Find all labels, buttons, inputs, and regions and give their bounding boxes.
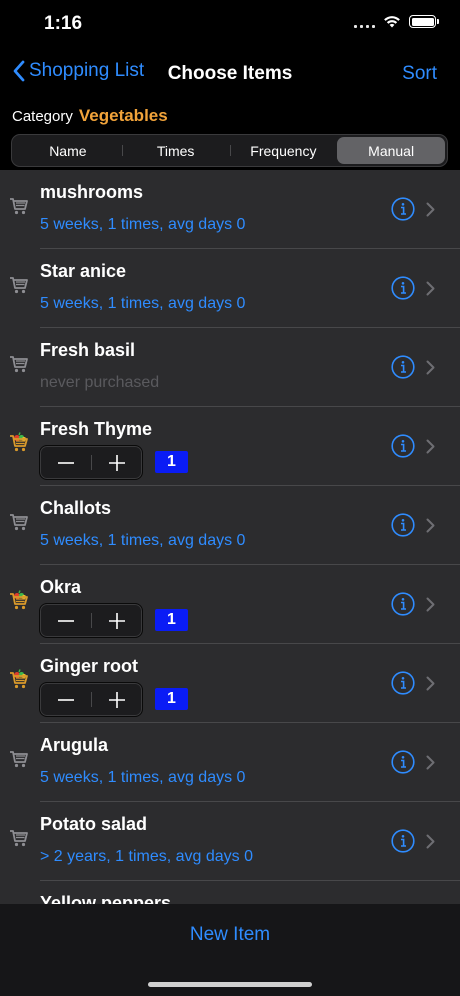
- decrement-button[interactable]: [40, 604, 91, 637]
- info-icon[interactable]: [391, 197, 415, 221]
- item-name: Okra: [40, 577, 82, 597]
- sort-mode-segmented-control: Name Times Frequency Manual: [11, 134, 448, 167]
- info-icon[interactable]: [391, 513, 415, 537]
- shopping-cart-icon[interactable]: [8, 510, 30, 532]
- segment-name[interactable]: Name: [14, 137, 122, 164]
- info-icon[interactable]: [391, 750, 415, 774]
- increment-button[interactable]: [91, 683, 142, 716]
- list-item[interactable]: Ginger root 1: [0, 644, 460, 723]
- shopping-cart-icon[interactable]: [8, 826, 30, 848]
- shopping-cart-icon[interactable]: [8, 194, 30, 216]
- list-item[interactable]: Challots 5 weeks, 1 times, avg days 0: [0, 486, 460, 565]
- sort-button[interactable]: Sort: [402, 63, 437, 85]
- info-icon[interactable]: [391, 671, 415, 695]
- list-item[interactable]: Potato salad > 2 years, 1 times, avg days…: [0, 802, 460, 881]
- chevron-right-icon: [426, 755, 435, 770]
- segment-frequency[interactable]: Frequency: [229, 137, 338, 164]
- minus-icon: [57, 454, 75, 472]
- plus-icon: [108, 612, 126, 630]
- item-name: Yellow peppers: [40, 893, 172, 904]
- plus-icon: [108, 454, 126, 472]
- navigation-bar: Shopping List Choose Items Sort: [0, 50, 460, 98]
- home-indicator: [148, 982, 312, 987]
- quantity-stepper: [39, 603, 143, 638]
- increment-button[interactable]: [91, 604, 142, 637]
- category-value[interactable]: Vegetables: [79, 106, 168, 126]
- wifi-icon: [384, 16, 400, 28]
- info-icon[interactable]: [391, 355, 415, 379]
- chevron-right-icon: [426, 202, 435, 217]
- item-history: 5 weeks, 1 times, avg days 0: [40, 216, 246, 233]
- item-name: mushrooms: [40, 182, 144, 202]
- segment-times[interactable]: Times: [121, 137, 230, 164]
- info-icon[interactable]: [391, 276, 415, 300]
- quantity-badge: 1: [155, 688, 188, 710]
- status-bar: 1:16: [0, 0, 460, 50]
- list-item[interactable]: Yellow peppers: [0, 881, 460, 904]
- quantity-badge: 1: [155, 609, 188, 631]
- chevron-right-icon: [426, 281, 435, 296]
- item-name: Fresh Thyme: [40, 419, 153, 439]
- shopping-cart-full-icon[interactable]: [8, 589, 30, 611]
- info-icon[interactable]: [391, 434, 415, 458]
- new-item-button[interactable]: New Item: [0, 924, 460, 946]
- chevron-right-icon: [426, 518, 435, 533]
- item-name: Arugula: [40, 735, 109, 755]
- increment-button[interactable]: [91, 446, 142, 479]
- item-name: Challots: [40, 498, 112, 518]
- chevron-left-icon: [13, 60, 25, 82]
- shopping-cart-icon[interactable]: [8, 352, 30, 374]
- item-name: Potato salad: [40, 814, 148, 834]
- info-icon[interactable]: [391, 829, 415, 853]
- status-icons: [354, 15, 439, 28]
- back-button[interactable]: Shopping List: [12, 60, 144, 82]
- back-button-label: Shopping List: [29, 60, 145, 81]
- signal-icon: [354, 16, 375, 28]
- decrement-button[interactable]: [40, 683, 91, 716]
- minus-icon: [57, 691, 75, 709]
- quantity-badge: 1: [155, 451, 188, 473]
- list-item[interactable]: Okra 1: [0, 565, 460, 644]
- item-list[interactable]: mushrooms 5 weeks, 1 times, avg days 0 Sta…: [0, 170, 460, 904]
- list-item[interactable]: Fresh Thyme 1: [0, 407, 460, 486]
- list-item[interactable]: Star anice 5 weeks, 1 times, avg days 0: [0, 249, 460, 328]
- info-icon[interactable]: [391, 592, 415, 616]
- shopping-cart-full-icon[interactable]: [8, 431, 30, 453]
- quantity-stepper: [39, 682, 143, 717]
- list-item[interactable]: mushrooms 5 weeks, 1 times, avg days 0: [0, 170, 460, 249]
- battery-icon: [409, 15, 439, 28]
- status-time: 1:16: [44, 13, 83, 34]
- chevron-right-icon: [426, 597, 435, 612]
- item-name: Fresh basil: [40, 340, 136, 360]
- decrement-button[interactable]: [40, 446, 91, 479]
- bottom-toolbar: New Item: [0, 904, 460, 996]
- segment-manual[interactable]: Manual: [337, 137, 445, 164]
- item-history: > 2 years, 1 times, avg days 0: [40, 848, 253, 865]
- item-name: Ginger root: [40, 656, 138, 676]
- chevron-right-icon: [426, 360, 435, 375]
- item-history: never purchased: [40, 374, 160, 391]
- plus-icon: [108, 691, 126, 709]
- item-history: 5 weeks, 1 times, avg days 0: [40, 532, 246, 549]
- item-name: Star anice: [40, 261, 127, 281]
- category-label: Category: [12, 108, 73, 125]
- shopping-cart-full-icon[interactable]: [8, 668, 30, 690]
- minus-icon: [57, 612, 75, 630]
- list-item[interactable]: Fresh basil never purchased: [0, 328, 460, 407]
- shopping-cart-icon[interactable]: [8, 747, 30, 769]
- list-item[interactable]: Arugula 5 weeks, 1 times, avg days 0: [0, 723, 460, 802]
- shopping-cart-icon[interactable]: [8, 273, 30, 295]
- chevron-right-icon: [426, 439, 435, 454]
- item-history: 5 weeks, 1 times, avg days 0: [40, 295, 246, 312]
- quantity-stepper: [39, 445, 143, 480]
- category-row: Category Vegetables: [12, 106, 168, 126]
- chevron-right-icon: [426, 676, 435, 691]
- chevron-right-icon: [426, 834, 435, 849]
- item-history: 5 weeks, 1 times, avg days 0: [40, 769, 246, 786]
